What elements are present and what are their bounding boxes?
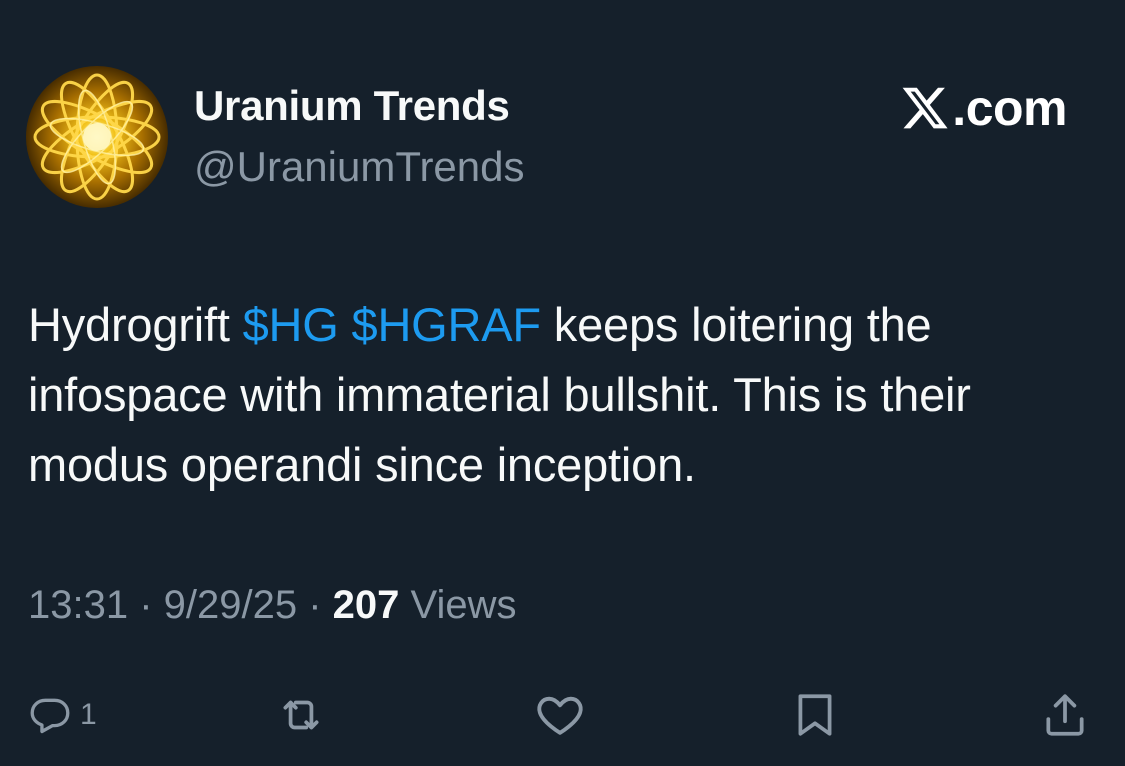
x-logo-icon (902, 87, 948, 129)
meta-separator: · (297, 583, 333, 627)
tweet-time[interactable]: 13:31 (28, 583, 128, 627)
account-handle[interactable]: @UraniumTrends (194, 143, 525, 191)
retweet-button[interactable] (276, 680, 326, 750)
bookmark-icon (798, 694, 832, 736)
cashtag-hg[interactable]: $HG (243, 298, 339, 351)
heart-icon (537, 696, 583, 735)
tweet-meta: 13:31 · 9/29/25 · 207 Views (28, 583, 517, 628)
reply-icon (30, 698, 70, 734)
share-button[interactable] (1040, 680, 1090, 750)
display-name[interactable]: Uranium Trends (194, 82, 510, 130)
retweet-icon (283, 700, 319, 730)
tweet-text-space (339, 298, 352, 351)
views-count: 207 (332, 583, 400, 627)
reply-count: 1 (80, 698, 97, 731)
views-label: Views (399, 583, 517, 627)
bookmark-button[interactable] (790, 680, 840, 750)
action-bar: 1 (0, 680, 1125, 750)
share-icon (1046, 694, 1084, 736)
cashtag-hgraf[interactable]: $HGRAF (352, 298, 542, 351)
tweet-date[interactable]: 9/29/25 (164, 583, 297, 627)
avatar[interactable] (26, 66, 168, 208)
reply-button[interactable]: 1 (28, 680, 97, 750)
golden-atom-icon (33, 73, 161, 201)
tweet-card: Uranium Trends @UraniumTrends .com Hydro… (0, 0, 1125, 766)
meta-separator: · (128, 583, 164, 627)
brand-text: .com (952, 80, 1067, 136)
tweet-text: Hydrogrift $HG $HGRAF keeps loitering th… (28, 290, 1108, 500)
tweet-text-before: Hydrogrift (28, 298, 243, 351)
like-button[interactable] (534, 680, 586, 750)
brand-watermark: .com (900, 80, 1067, 136)
